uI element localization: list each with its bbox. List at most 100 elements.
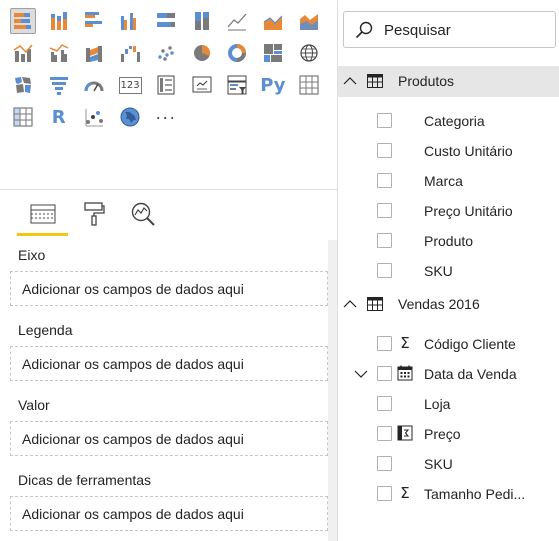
line-chart-button[interactable] [224, 8, 250, 34]
multi-row-card-icon [157, 75, 175, 95]
sigma-icon: Σ [400, 484, 410, 502]
field-row-loja[interactable]: Loja [338, 391, 559, 417]
arcgis-map-button[interactable] [117, 104, 143, 130]
scatter-chart-icon [158, 46, 174, 61]
field-checkbox[interactable] [377, 396, 392, 411]
100-stacked-bar-chart-icon [156, 13, 175, 27]
key-influencers-button[interactable] [81, 104, 107, 130]
field-checkbox[interactable] [377, 143, 392, 158]
treemap-button[interactable] [260, 40, 286, 66]
field-row-categoria[interactable]: Categoria [338, 108, 559, 134]
table-button[interactable] [296, 72, 322, 98]
card-icon: 123 [118, 76, 142, 94]
chevron-up-icon[interactable] [343, 74, 357, 88]
funnel-icon [49, 77, 68, 95]
field-checkbox[interactable] [377, 366, 392, 381]
table-header-vendas-2016[interactable]: Vendas 2016 [338, 289, 559, 320]
kpi-button[interactable] [189, 72, 215, 98]
fields-scrollbar[interactable] [551, 60, 559, 541]
r-visual-icon: R [51, 106, 66, 128]
field-name: Custo Unitário [424, 143, 513, 159]
visualizations-pane: 123 Py R ··· Eixo Adicionar os campos de… [0, 0, 337, 541]
field-row-sku[interactable]: SKU [338, 258, 559, 284]
fields-tab[interactable] [27, 198, 59, 230]
gauge-button[interactable] [81, 72, 107, 98]
python-visual-button[interactable]: Py [260, 72, 286, 98]
clustered-bar-chart-icon [85, 12, 103, 27]
slicer-button[interactable] [224, 72, 250, 98]
field-row-marca[interactable]: Marca [338, 168, 559, 194]
field-name: Código Cliente [424, 336, 516, 352]
well-drop-zone-axis[interactable]: Adicionar os campos de dados aqui [10, 271, 328, 306]
well-label-legend: Legenda [18, 322, 73, 338]
table-icon [298, 75, 319, 95]
field-checkbox[interactable] [377, 233, 392, 248]
well-drop-zone-tooltips[interactable]: Adicionar os campos de dados aqui [10, 496, 328, 531]
field-row-produto[interactable]: Produto [338, 228, 559, 254]
matrix-button[interactable] [10, 104, 36, 130]
slicer-icon [227, 75, 247, 95]
field-row-data-da-venda[interactable]: Data da Venda [338, 361, 559, 387]
100-stacked-column-chart-button[interactable] [189, 8, 215, 34]
active-tab-indicator [17, 233, 68, 236]
format-tab[interactable] [78, 198, 110, 230]
line-and-clustered-column-chart-button[interactable] [46, 40, 72, 66]
clustered-column-chart-icon [121, 13, 137, 30]
well-drop-zone-value[interactable]: Adicionar os campos de dados aqui [10, 421, 328, 456]
map-button[interactable] [296, 40, 322, 66]
100-stacked-bar-chart-button[interactable] [153, 8, 179, 34]
clustered-bar-chart-button[interactable] [81, 8, 107, 34]
pie-chart-button[interactable] [189, 40, 215, 66]
field-row-preco-unitario[interactable]: Preço Unitário [338, 198, 559, 224]
filled-map-button[interactable] [10, 72, 36, 98]
clustered-column-chart-button[interactable] [117, 8, 143, 34]
field-checkbox[interactable] [377, 426, 392, 441]
100-stacked-column-chart-icon [194, 12, 209, 30]
field-row-codigo-cliente[interactable]: Σ Código Cliente [338, 331, 559, 357]
waterfall-chart-icon [121, 46, 141, 62]
field-name: Preço Unitário [424, 203, 513, 219]
field-checkbox[interactable] [377, 336, 392, 351]
field-row-custo-unitario[interactable]: Custo Unitário [338, 138, 559, 164]
stacked-bar-chart-button[interactable] [10, 8, 36, 34]
field-checkbox[interactable] [377, 173, 392, 188]
field-checkbox[interactable] [377, 456, 392, 471]
field-checkbox[interactable] [377, 263, 392, 278]
ribbon-chart-button[interactable] [81, 40, 107, 66]
funnel-button[interactable] [46, 72, 72, 98]
stacked-column-chart-button[interactable] [46, 8, 72, 34]
card-button[interactable]: 123 [117, 72, 143, 98]
key-influencers-icon [85, 109, 104, 127]
table-header-produtos[interactable]: Produtos [338, 66, 559, 97]
stacked-area-chart-icon [299, 14, 318, 30]
scatter-chart-button[interactable] [153, 40, 179, 66]
more-visuals-icon: ··· [155, 107, 177, 127]
line-and-stacked-column-chart-button[interactable] [10, 40, 36, 66]
field-row-preco[interactable]: Preço [338, 421, 559, 447]
field-name: Preço [424, 426, 461, 442]
stacked-column-chart-icon [50, 12, 67, 30]
field-row-sku-vendas[interactable]: SKU [338, 451, 559, 477]
area-chart-icon [263, 15, 283, 30]
waterfall-chart-button[interactable] [117, 40, 143, 66]
chevron-down-icon[interactable] [354, 367, 368, 381]
stacked-area-chart-button[interactable] [296, 8, 322, 34]
multi-row-card-button[interactable] [153, 72, 179, 98]
field-checkbox[interactable] [377, 113, 392, 128]
area-chart-button[interactable] [260, 8, 286, 34]
r-visual-button[interactable]: R [46, 104, 72, 130]
analytics-tab[interactable] [127, 198, 159, 230]
wells-scrollbar[interactable] [328, 240, 337, 541]
search-box[interactable] [343, 11, 556, 48]
search-input[interactable] [384, 21, 549, 39]
donut-chart-button[interactable] [224, 40, 250, 66]
well-drop-zone-legend[interactable]: Adicionar os campos de dados aqui [10, 346, 328, 381]
field-checkbox[interactable] [377, 203, 392, 218]
field-checkbox[interactable] [377, 486, 392, 501]
chevron-up-icon[interactable] [343, 297, 357, 311]
stacked-bar-chart-icon [14, 13, 31, 29]
matrix-icon [13, 107, 33, 127]
table-icon [367, 297, 383, 311]
field-row-tamanho-pedido[interactable]: Σ Tamanho Pedi... [338, 481, 559, 507]
more-visuals-button[interactable]: ··· [153, 104, 179, 130]
